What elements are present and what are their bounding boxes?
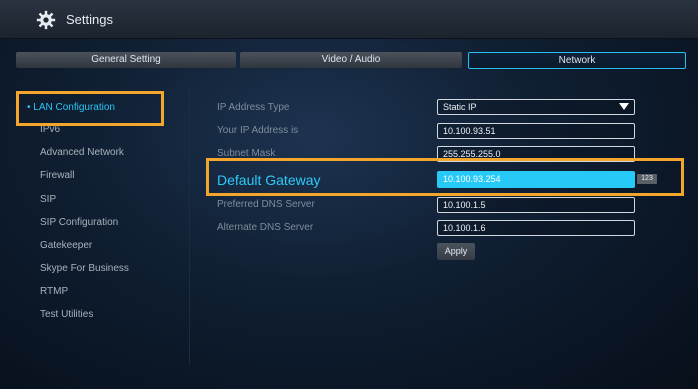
sidebar-item-sip-configuration[interactable]: SIP Configuration: [16, 213, 166, 233]
preferred-dns-field[interactable]: 10.100.1.5: [437, 197, 635, 213]
highlight-outline-lan: [16, 91, 164, 126]
sidebar-item-advanced-network[interactable]: Advanced Network: [16, 143, 166, 163]
settings-screen: Settings General Setting Video / Audio N…: [0, 0, 698, 389]
preferred-dns-label: Preferred DNS Server: [217, 199, 315, 210]
triangle-down-icon: [619, 103, 629, 110]
sidebar: • LAN Configuration IPv6 Advanced Networ…: [16, 90, 186, 370]
sidebar-item-skype-for-business[interactable]: Skype For Business: [16, 259, 166, 279]
tab-bar: General Setting Video / Audio Network: [16, 52, 686, 70]
your-ip-label: Your IP Address is: [217, 125, 299, 136]
your-ip-field[interactable]: 10.100.93.51: [437, 123, 635, 139]
ip-address-type-label: IP Address Type: [217, 102, 290, 113]
gear-icon: [36, 10, 56, 30]
ip-address-type-select[interactable]: Static IP: [437, 99, 635, 115]
sidebar-item-gatekeeper[interactable]: Gatekeeper: [16, 236, 166, 256]
sidebar-item-rtmp[interactable]: RTMP: [16, 282, 166, 302]
tab-video-audio[interactable]: Video / Audio: [240, 52, 462, 68]
highlight-outline-gateway: [206, 158, 684, 196]
tab-general-setting[interactable]: General Setting: [16, 52, 236, 68]
sidebar-item-test-utilities[interactable]: Test Utilities: [16, 305, 166, 325]
apply-button[interactable]: Apply: [437, 243, 475, 260]
sidebar-item-firewall[interactable]: Firewall: [16, 166, 166, 186]
sidebar-item-sip[interactable]: SIP: [16, 190, 166, 210]
page-title: Settings: [66, 12, 113, 27]
title-bar: Settings: [0, 0, 698, 39]
ip-address-type-value: Static IP: [443, 102, 477, 112]
alternate-dns-field[interactable]: 10.100.1.6: [437, 220, 635, 236]
sidebar-divider: [189, 85, 190, 365]
tab-network[interactable]: Network: [468, 52, 686, 69]
alternate-dns-label: Alternate DNS Server: [217, 222, 314, 233]
